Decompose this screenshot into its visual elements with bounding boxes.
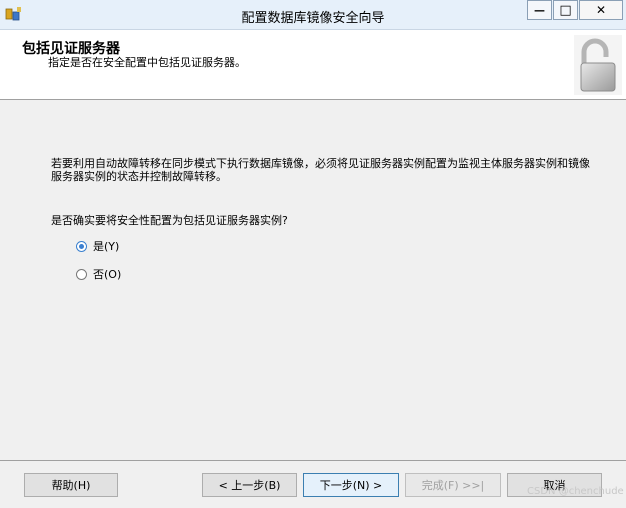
minimize-icon: — xyxy=(534,3,545,17)
footer-divider xyxy=(0,460,626,461)
padlock-icon xyxy=(574,35,622,95)
maximize-icon: □ xyxy=(559,2,572,18)
page-subtitle: 指定是否在安全配置中包括见证服务器。 xyxy=(48,56,246,69)
radio-no[interactable]: 否(O) xyxy=(76,266,121,282)
wizard-header: 包括见证服务器 指定是否在安全配置中包括见证服务器。 xyxy=(0,30,626,100)
back-button[interactable]: < 上一步(B) xyxy=(202,473,297,497)
next-button[interactable]: 下一步(N) > xyxy=(303,473,399,497)
question-text: 是否确实要将安全性配置为包括见证服务器实例? xyxy=(51,214,288,227)
finish-button[interactable]: 完成(F) >>| xyxy=(405,473,501,497)
close-icon: ✕ xyxy=(595,3,607,17)
close-button[interactable]: ✕ xyxy=(579,0,623,20)
radio-no-label[interactable]: 否(O) xyxy=(93,266,121,282)
description-text: 若要利用自动故障转移在同步模式下执行数据库镜像，必须将见证服务器实例配置为监视主… xyxy=(51,157,590,183)
radio-yes-indicator[interactable] xyxy=(76,240,87,252)
radio-yes-label[interactable]: 是(Y) xyxy=(93,238,119,254)
watermark-text: CSDN @chenchude xyxy=(527,486,624,497)
minimize-button[interactable]: — xyxy=(527,0,552,20)
radio-yes[interactable]: 是(Y) xyxy=(76,238,119,254)
radio-no-indicator[interactable] xyxy=(76,268,87,280)
title-bar[interactable]: 配置数据库镜像安全向导 — □ ✕ xyxy=(0,0,626,30)
help-button[interactable]: 帮助(H) xyxy=(24,473,118,497)
wizard-content: 若要利用自动故障转移在同步模式下执行数据库镜像，必须将见证服务器实例配置为监视主… xyxy=(0,100,626,460)
maximize-button[interactable]: □ xyxy=(553,0,578,20)
